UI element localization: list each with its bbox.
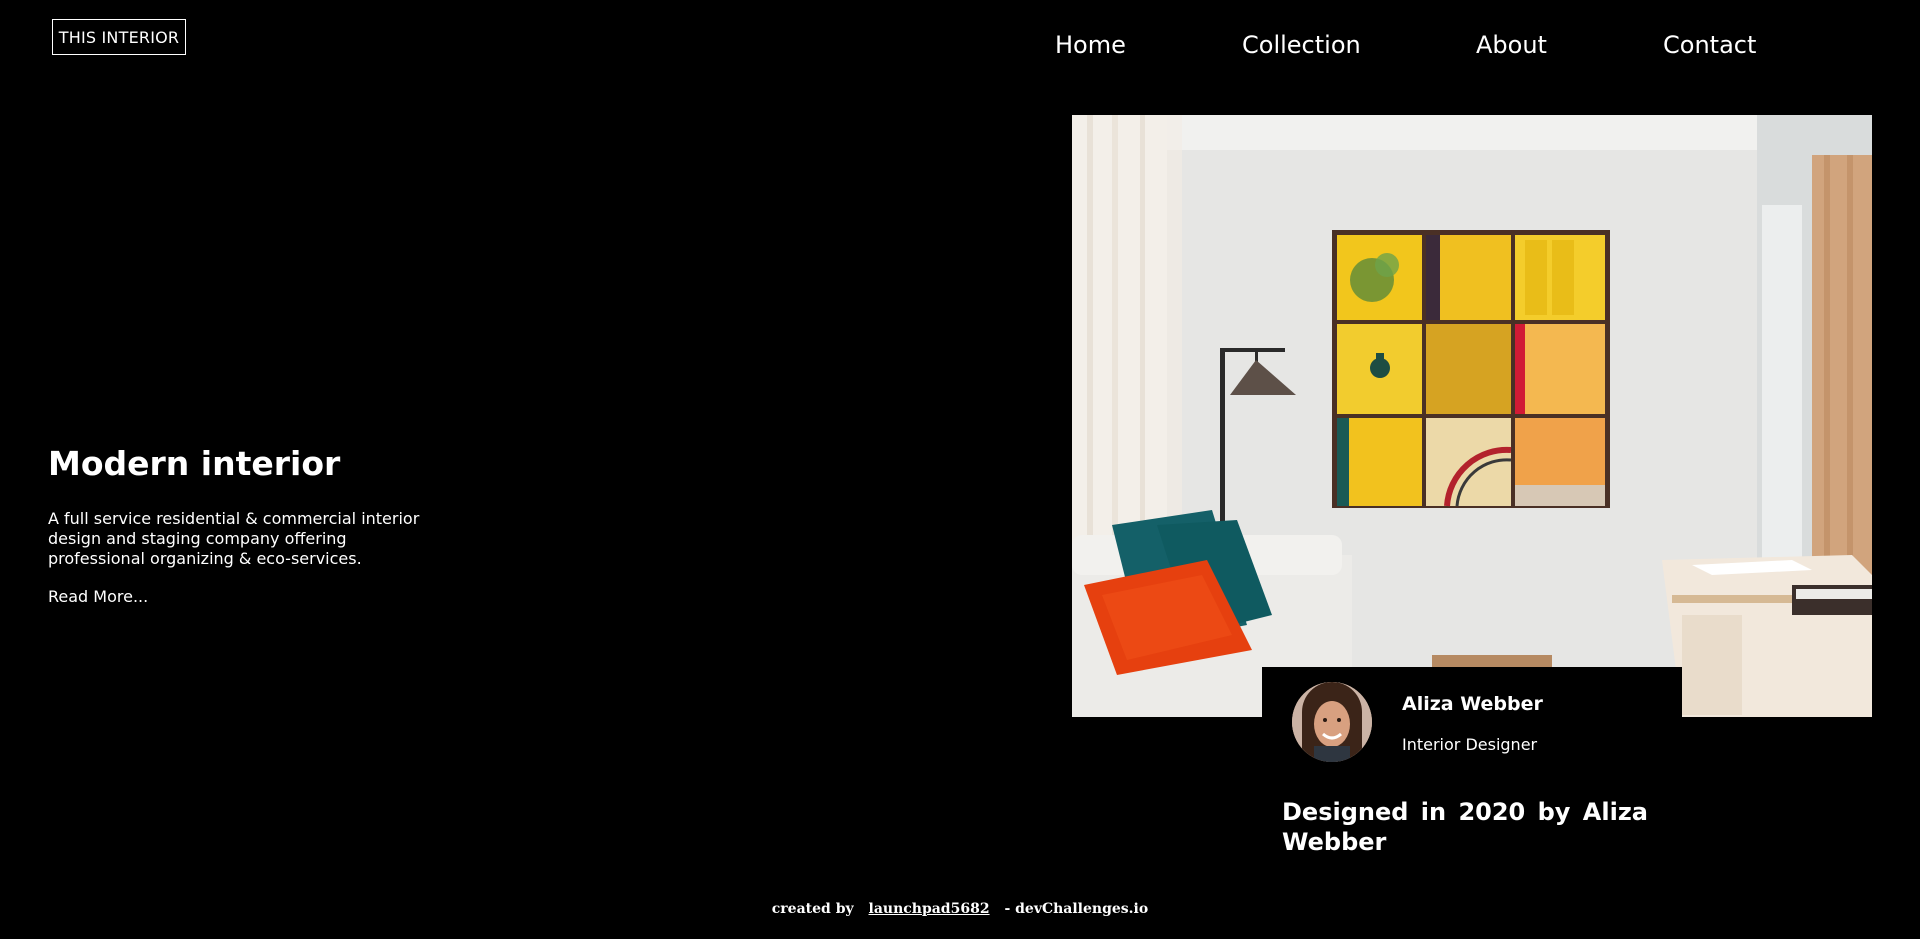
main-nav: Home Collection About Contact <box>0 28 1920 62</box>
read-more-link[interactable]: Read More... <box>48 587 148 607</box>
designed-by-text: Designed in 2020 by Aliza Webber <box>1282 798 1648 856</box>
footer-username-link[interactable]: launchpad5682 <box>869 901 990 917</box>
nav-home-link[interactable]: Home <box>1055 28 1126 62</box>
interior-photo <box>1072 115 1872 717</box>
hero-title: Modern interior <box>48 444 341 483</box>
designer-card: Aliza Webber Interior Designer <box>1262 667 1682 767</box>
nav-contact-link[interactable]: Contact <box>1663 28 1756 62</box>
page: THIS INTERIOR Home Collection About Cont… <box>0 0 1920 939</box>
hero-description: A full service residential & commercial … <box>48 509 420 568</box>
designer-role: Interior Designer <box>1402 735 1538 754</box>
footer-suffix: - devChallenges.io <box>1004 901 1149 917</box>
designer-name: Aliza Webber <box>1402 693 1543 715</box>
footer-prefix: created by <box>771 901 854 917</box>
nav-about-link[interactable]: About <box>1476 28 1547 62</box>
nav-collection-link[interactable]: Collection <box>1242 28 1361 62</box>
footer: created by launchpad5682 - devChallenges… <box>0 899 1920 919</box>
designer-avatar <box>1292 682 1372 762</box>
